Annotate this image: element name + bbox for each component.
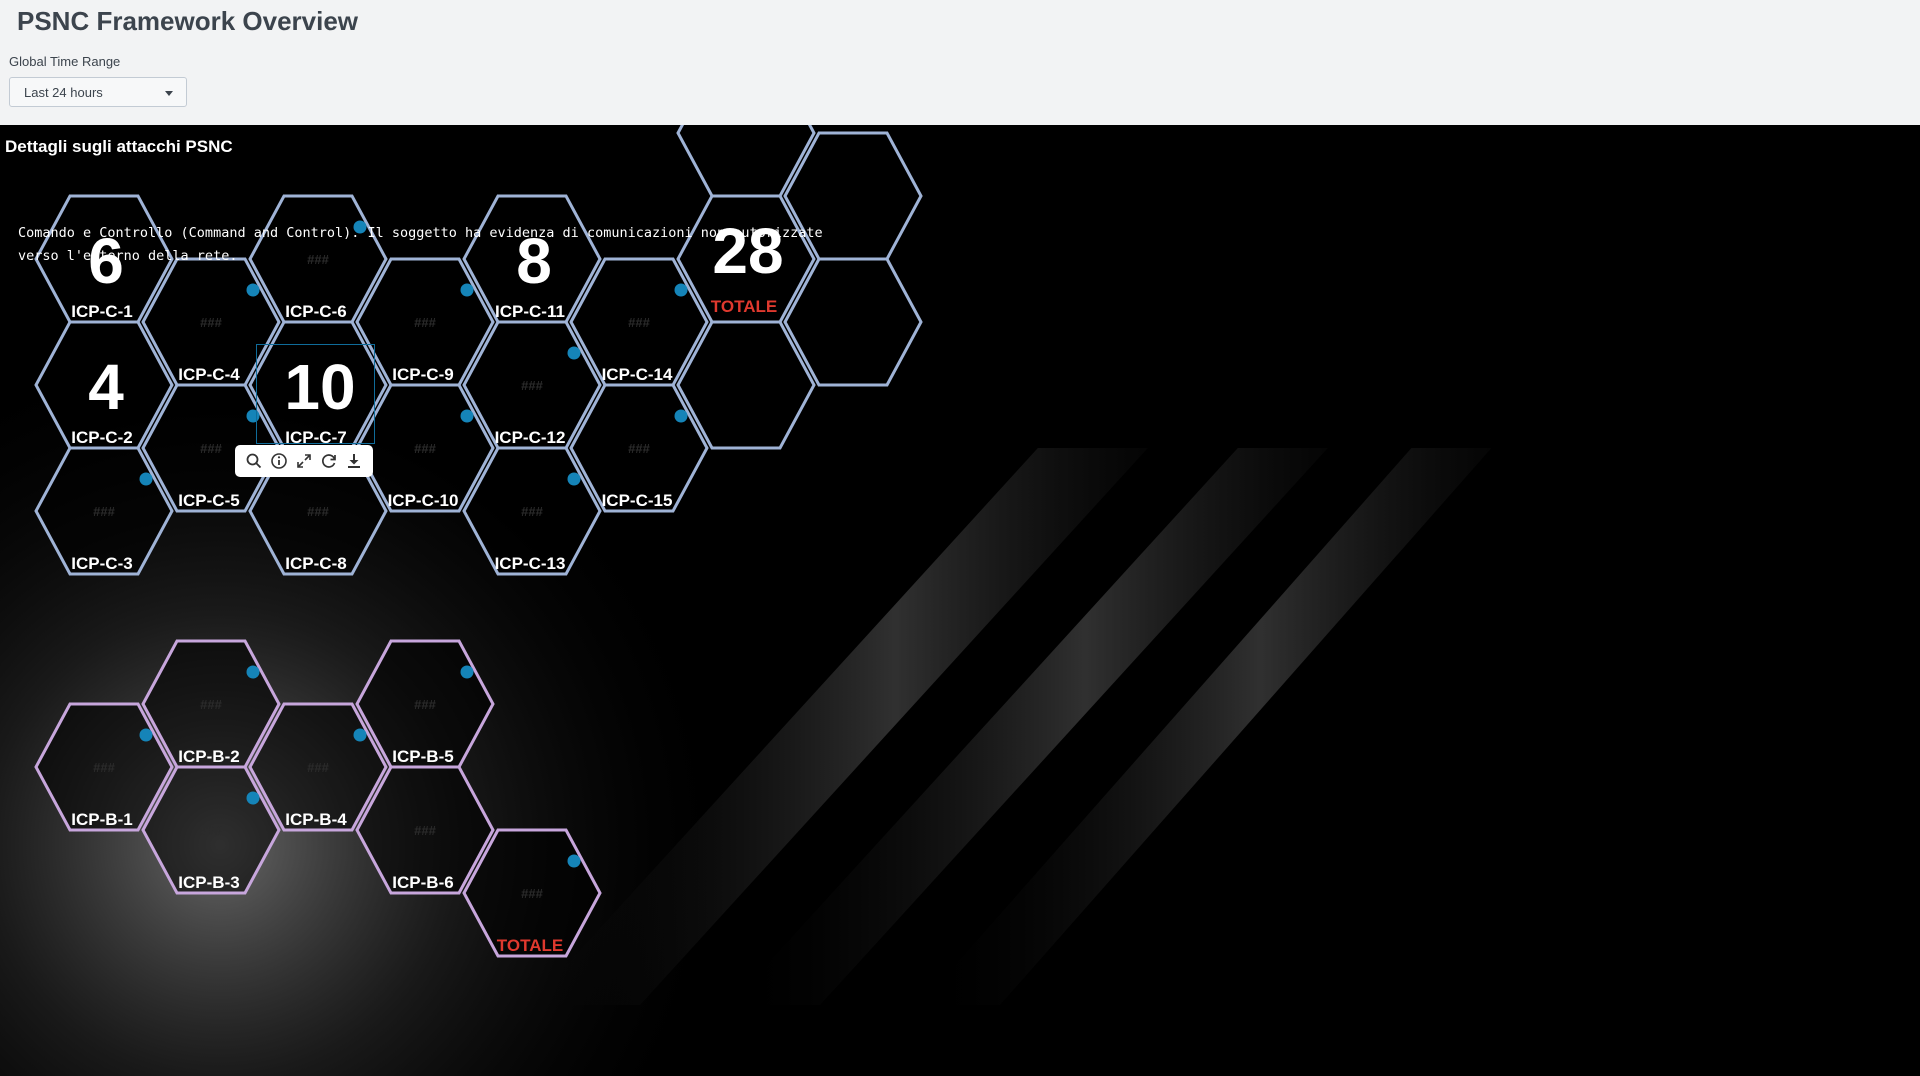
- hex-label: ICP-B-6: [392, 873, 453, 892]
- hex-placeholder: ###: [414, 697, 436, 712]
- hex-label: ICP-C-3: [71, 554, 132, 573]
- status-dot: [460, 665, 474, 679]
- status-dot: [139, 728, 153, 742]
- hex-label: ICP-C-8: [285, 554, 346, 573]
- hex-label: ICP-C-13: [495, 554, 566, 573]
- hex-label: ICP-C-14: [602, 365, 673, 384]
- page-title: PSNC Framework Overview: [17, 6, 359, 36]
- hex-placeholder: ###: [521, 504, 543, 519]
- download-icon[interactable]: [345, 452, 363, 470]
- hex-label: ICP-B-2: [178, 747, 239, 766]
- hex-placeholder: ###: [414, 823, 436, 838]
- hex-label: ICP-C-6: [285, 302, 346, 321]
- hex-placeholder: ###: [200, 441, 222, 456]
- hex-label: ICP-C-11: [495, 302, 565, 321]
- status-dot: [567, 346, 581, 360]
- hex-label: ICP-C-5: [178, 491, 239, 510]
- hex-placeholder: ###: [200, 315, 222, 330]
- status-dot: [567, 472, 581, 486]
- hex-label: ICP-C-4: [178, 365, 240, 384]
- time-range-label: Global Time Range: [9, 54, 121, 69]
- hex-label: ICP-C-15: [602, 491, 673, 510]
- hex-label: ICP-C-10: [388, 491, 459, 510]
- hex-placeholder: ###: [93, 760, 115, 775]
- hex-placeholder: ###: [628, 441, 650, 456]
- attacks-panel: 6 ICP-C-1 4 ICP-C-2 ### ICP-C-3 ### ICP-C-4 ### I…: [0, 125, 1920, 1076]
- hex-label: ICP-C-2: [71, 428, 132, 447]
- status-dot: [139, 472, 153, 486]
- panel-toolbar: [235, 445, 373, 477]
- time-range-dropdown[interactable]: Last 24 hours: [9, 77, 187, 107]
- hover-highlight: [256, 344, 375, 444]
- hex-label: ICP-C-1: [71, 302, 132, 321]
- hex-label: ICP-C-9: [392, 365, 453, 384]
- description-box: [1020, 215, 1920, 448]
- refresh-icon[interactable]: [320, 452, 338, 470]
- hex-placeholder: ###: [414, 441, 436, 456]
- hex-label: ICP-B-3: [178, 873, 239, 892]
- status-dot: [246, 665, 260, 679]
- hex-placeholder: ###: [414, 315, 436, 330]
- hex-placeholder: ###: [521, 378, 543, 393]
- hex-placeholder: ###: [200, 697, 222, 712]
- hex-label: ICP-B-5: [392, 747, 453, 766]
- status-dot: [674, 409, 688, 423]
- status-dot: [246, 791, 260, 805]
- hex-placeholder: ###: [628, 315, 650, 330]
- hex-placeholder: ###: [521, 886, 543, 901]
- dashboard-header: PSNC Framework Overview Global Time Rang…: [0, 0, 1920, 125]
- hex-placeholder: ###: [200, 823, 222, 838]
- total-label: TOTALE: [497, 936, 563, 955]
- hex-label: ICP-B-4: [285, 810, 347, 829]
- hex-value: 4: [88, 351, 124, 423]
- total-label: TOTALE: [711, 297, 777, 316]
- info-icon[interactable]: [270, 452, 288, 470]
- panel-title: Dettagli sugli attacchi PSNC: [5, 137, 233, 156]
- hex-label: ICP-C-12: [495, 428, 566, 447]
- status-dot: [674, 283, 688, 297]
- status-dot: [567, 854, 581, 868]
- hex-placeholder: ###: [93, 504, 115, 519]
- caret-down-icon: [165, 91, 173, 96]
- hex-label: ICP-B-1: [71, 810, 132, 829]
- status-dot: [246, 283, 260, 297]
- search-icon[interactable]: [245, 452, 263, 470]
- status-dot: [353, 728, 367, 742]
- status-dot: [460, 283, 474, 297]
- status-dot: [460, 409, 474, 423]
- expand-icon[interactable]: [295, 452, 313, 470]
- time-range-value: Last 24 hours: [24, 85, 103, 100]
- hex-placeholder: ###: [307, 760, 329, 775]
- description-text: Comando e Controllo (Command and Control…: [18, 225, 823, 264]
- hex-placeholder: ###: [307, 504, 329, 519]
